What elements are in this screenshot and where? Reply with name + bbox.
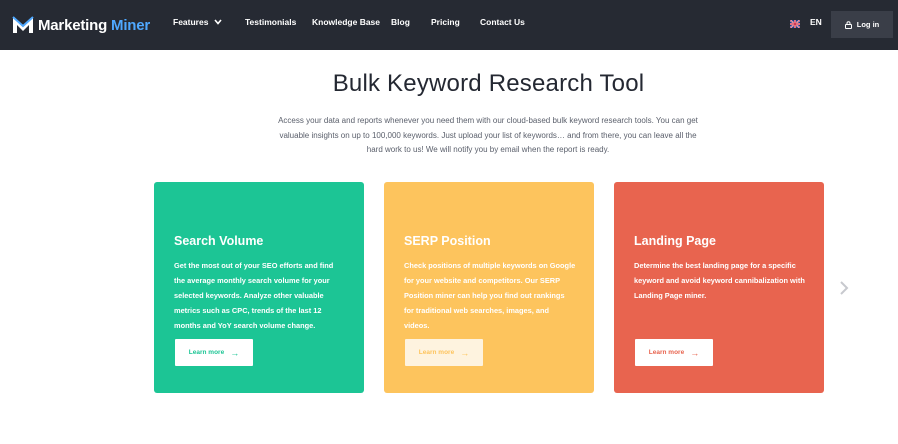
arrow-right-icon: → bbox=[230, 347, 240, 358]
card-description: Check positions of multiple keywords on … bbox=[404, 261, 576, 330]
learn-more-label: Learn more bbox=[188, 349, 225, 356]
learn-more-label: Learn more bbox=[648, 349, 685, 356]
marketing-miner-logo-icon bbox=[12, 16, 34, 33]
card-title: Landing Page bbox=[634, 234, 716, 248]
login-label: Log in bbox=[856, 20, 880, 29]
brand-name: Marketing Miner bbox=[38, 16, 151, 34]
card-serp-position: SERP Position Check positions of multipl… bbox=[384, 182, 594, 393]
chevron-right-icon[interactable] bbox=[838, 280, 850, 296]
nav-features-label: Features bbox=[173, 17, 209, 27]
login-button[interactable]: Log in bbox=[831, 11, 893, 38]
page-title: Bulk Keyword Research Tool bbox=[332, 70, 645, 97]
nav-blog[interactable]: Blog bbox=[391, 17, 410, 27]
nav-contact-us[interactable]: Contact Us bbox=[480, 17, 525, 27]
language-selector[interactable]: EN bbox=[810, 17, 822, 27]
top-navbar: Marketing Miner Features Testimonials Kn… bbox=[0, 0, 898, 50]
nav-pricing[interactable]: Pricing bbox=[431, 17, 460, 27]
learn-more-label: Learn more bbox=[418, 349, 455, 356]
nav-features[interactable]: Features bbox=[173, 17, 223, 27]
card-search-volume: Search Volume Get the most out of your S… bbox=[154, 182, 364, 393]
arrow-right-icon: → bbox=[690, 347, 700, 358]
brand-logo[interactable]: Marketing Miner bbox=[12, 14, 150, 36]
lock-icon bbox=[844, 20, 852, 29]
chevron-down-icon bbox=[214, 19, 223, 25]
intro-paragraph: Access your data and reports whenever yo… bbox=[278, 116, 698, 154]
uk-flag-icon[interactable] bbox=[790, 20, 800, 28]
nav-knowledge-base[interactable]: Knowledge Base bbox=[312, 17, 380, 27]
learn-more-button[interactable]: Learn more → bbox=[175, 339, 253, 366]
card-landing-page: Landing Page Determine the best landing … bbox=[614, 182, 824, 393]
arrow-right-icon: → bbox=[460, 347, 470, 358]
learn-more-button[interactable]: Learn more → bbox=[635, 339, 713, 366]
card-description: Determine the best landing page for a sp… bbox=[634, 261, 805, 300]
card-title: SERP Position bbox=[404, 234, 491, 248]
learn-more-button[interactable]: Learn more → bbox=[405, 339, 483, 366]
card-description: Get the most out of your SEO efforts and… bbox=[174, 261, 334, 330]
card-title: Search Volume bbox=[174, 234, 264, 248]
nav-testimonials[interactable]: Testimonials bbox=[245, 17, 296, 27]
